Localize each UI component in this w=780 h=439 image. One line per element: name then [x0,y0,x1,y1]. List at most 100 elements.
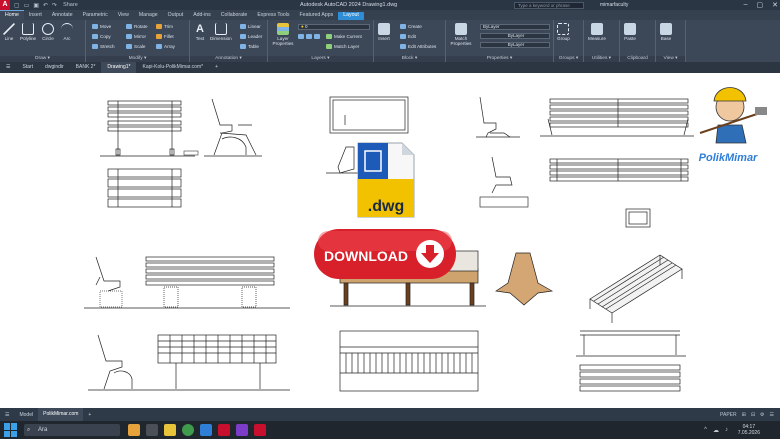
line-tool[interactable]: Line [3,23,15,41]
onedrive-icon[interactable]: ☁ [713,427,719,434]
group-tool[interactable]: Group [557,23,570,41]
app-menu-icon[interactable]: ☰ [0,62,16,73]
chrome-icon[interactable] [182,424,194,436]
autocad-taskbar-icon[interactable] [218,424,230,436]
tab-home[interactable]: Home [0,10,24,20]
new-tab-button[interactable]: + [209,62,224,73]
word-icon[interactable] [200,424,212,436]
fillet-tool[interactable]: Fillet [156,34,174,39]
bench-front-elevation-3 [145,256,275,308]
bench-plan-3 [549,158,689,182]
tab-annotate[interactable]: Annotate [47,12,78,20]
array-tool[interactable]: Array [156,44,175,49]
make-current-tool[interactable]: Make Current [326,34,362,39]
layer-freeze-icon[interactable] [314,34,320,39]
taskbar: ⌕ Ara ^ ☁ ♪ 04:17 7.05.2026 [0,421,780,439]
create-block-tool[interactable]: Create [400,24,422,29]
layer-properties-icon [277,23,289,35]
circle-tool[interactable]: Circle [42,23,54,41]
bench-elevation-right [576,330,686,357]
new-icon[interactable]: ▢ [14,2,20,9]
task-view-icon[interactable] [146,424,158,436]
tab-output[interactable]: Output [163,12,189,20]
insert-tool[interactable]: Insert [378,23,390,41]
maximize-button[interactable]: ▢ [757,1,764,9]
windows-start-icon[interactable] [4,423,18,437]
linear-tool[interactable]: Linear [240,24,261,29]
customize-icon[interactable]: ☰ [770,412,774,418]
arc-tool[interactable]: Arc [61,23,73,41]
doc-tab-start[interactable]: Start [16,62,39,73]
color-dropdown[interactable]: ByLayer [480,24,550,30]
tab-add-ins[interactable]: Add-ins [188,12,216,20]
doc-tab-dwgindir[interactable]: dwgindir [39,62,70,73]
scale-tool[interactable]: Scale [126,44,146,49]
leader-tool[interactable]: Leader [240,34,262,39]
drawing-canvas[interactable]: .dwg DOWNLOAD PolikMimar [0,73,780,408]
table-tool[interactable]: Table [240,44,259,49]
doc-tab-kapi-kolu[interactable]: Kapi-Kolu-PolikMimar.com* [136,62,209,73]
user-account[interactable]: mimarfaculty [600,2,628,8]
tab-view[interactable]: View [113,12,134,20]
move-tool[interactable]: Move [92,24,111,29]
layout-menu-icon[interactable]: ☰ [0,412,14,418]
bench-perspective-slatted [589,254,683,323]
model-tab[interactable]: Model [14,412,38,418]
file-explorer-icon[interactable] [164,424,176,436]
copy-tool[interactable]: Copy [92,34,111,39]
tab-layout[interactable]: Layout [338,12,364,20]
text-tool[interactable]: A Text [194,23,206,41]
trim-tool[interactable]: Trim [156,24,173,29]
layer-state-icon[interactable] [298,34,304,39]
tab-manage[interactable]: Manage [134,12,163,20]
base-view-tool[interactable]: Base [660,23,672,41]
match-layer-tool[interactable]: Match Layer [326,44,359,49]
stretch-tool[interactable]: Stretch [92,44,115,49]
layer-properties-tool[interactable]: Layer Properties [271,23,295,46]
close-button[interactable]: ✕ [772,1,778,9]
autocad-active-icon[interactable] [254,424,266,436]
add-layout-button[interactable]: + [83,412,96,418]
minimize-button[interactable]: – [744,1,748,9]
tab-insert[interactable]: Insert [24,12,47,20]
tab-featured-apps[interactable]: Featured Apps [295,12,339,20]
layer-dropdown[interactable]: ● 0 [298,24,370,30]
grid-icon[interactable]: ⊞ [742,412,746,418]
save-icon[interactable]: ▣ [33,2,39,9]
layer-isolate-icon[interactable] [306,34,312,39]
redo-icon[interactable]: ↷ [52,2,57,9]
mirror-tool[interactable]: Mirror [126,34,146,39]
settings-icon[interactable]: ⚙ [760,412,764,418]
tab-collaborate[interactable]: Collaborate [216,12,253,20]
polyline-tool[interactable]: Polyline [20,23,36,41]
linetype-dropdown[interactable]: ByLayer [480,33,550,39]
tab-express-tools[interactable]: Express Tools [252,12,294,20]
clock[interactable]: 04:17 7.05.2026 [738,424,760,436]
pinned-app-image-icon[interactable] [128,424,140,436]
volume-icon[interactable]: ♪ [725,427,728,434]
tray-chevron-icon[interactable]: ^ [704,427,707,434]
measure-tool[interactable]: Measure [588,23,606,41]
download-banner[interactable]: DOWNLOAD [314,229,456,279]
share-button[interactable]: Share [63,2,78,8]
autocad-logo[interactable]: A [0,0,10,10]
lineweight-dropdown[interactable]: ByLayer [480,42,550,48]
app-taskbar-icon[interactable] [236,424,248,436]
edit-attributes-tool[interactable]: Edit Attributes [400,44,436,49]
open-icon[interactable]: ▭ [24,2,30,9]
search-input[interactable]: Type a keyword or phrase [514,2,584,9]
doc-tab-bank2[interactable]: BANK 2* [70,62,102,73]
dimension-tool[interactable]: Dimension [210,23,232,41]
snap-icon[interactable]: ⊟ [751,412,755,418]
match-properties-tool[interactable]: Match Properties [448,23,474,46]
paste-tool[interactable]: Paste [624,23,636,41]
paper-space-toggle[interactable]: PAPER [720,412,737,418]
layout-tab-polikmimar[interactable]: PolikMimar.com [38,408,84,421]
undo-icon[interactable]: ↶ [43,2,48,9]
taskbar-search[interactable]: ⌕ Ara [24,424,120,436]
tab-parametric[interactable]: Parametric [78,12,113,20]
title-bar: A ▢ ▭ ▣ ↶ ↷ Share Autodesk AutoCAD 2024 … [0,0,780,10]
doc-tab-drawing1[interactable]: Drawing1* [101,62,137,73]
rotate-tool[interactable]: Rotate [126,24,148,29]
edit-block-tool[interactable]: Edit [400,34,416,39]
